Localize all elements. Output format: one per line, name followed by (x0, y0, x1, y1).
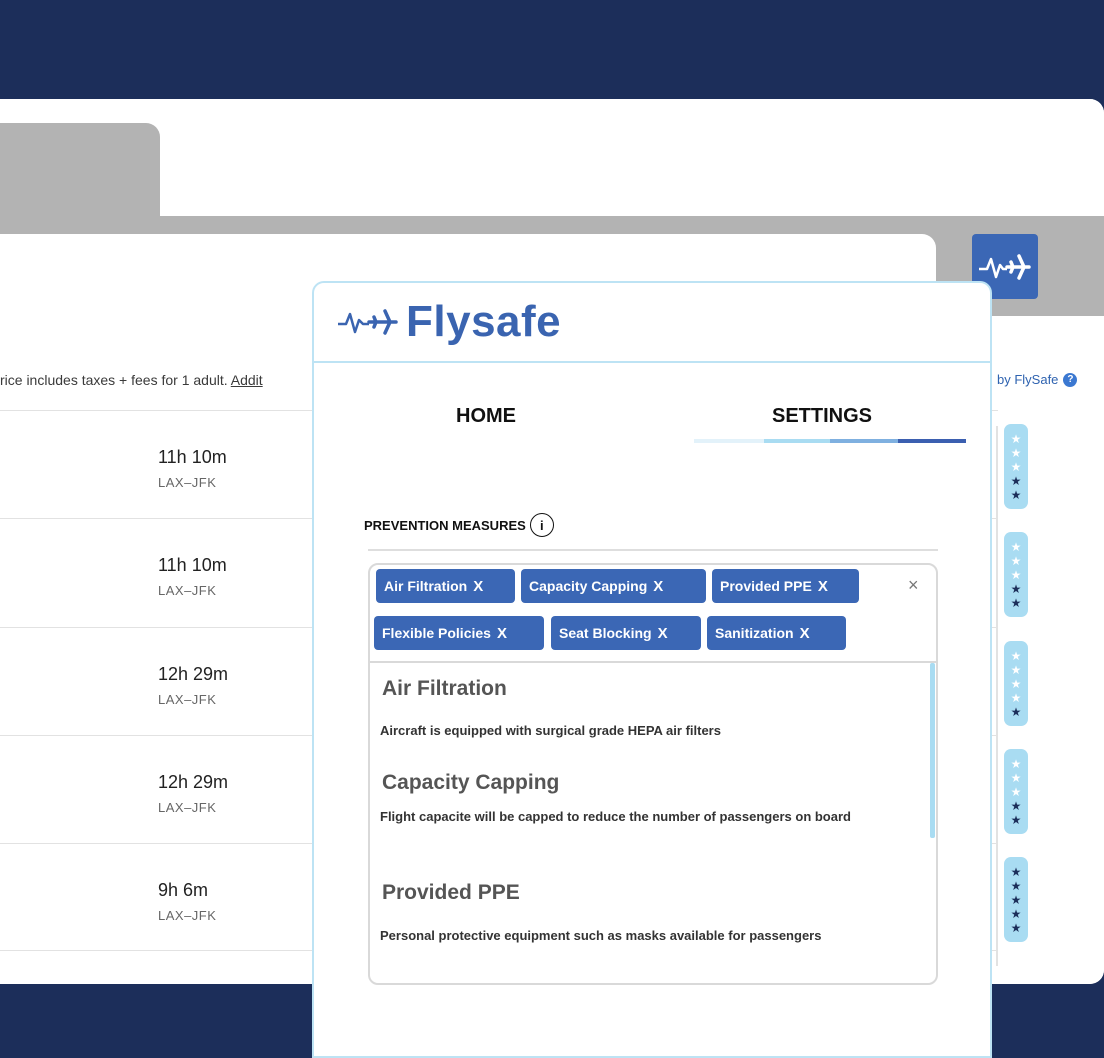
star-empty-icon: ★ (1010, 676, 1022, 691)
selected-chips: Air Filtration X Capacity Capping X Prov… (370, 565, 936, 663)
chip-provided-ppe[interactable]: Provided PPE X (712, 569, 859, 603)
results-border (996, 426, 998, 966)
options-scrollbar[interactable] (930, 663, 935, 838)
safety-rating: ★ ★ ★ ★ ★ (1004, 532, 1028, 617)
flight-duration: 11h 10m (158, 447, 227, 467)
star-filled-icon: ★ (1010, 864, 1022, 879)
measures-multiselect[interactable]: Air Filtration X Capacity Capping X Prov… (368, 563, 938, 985)
flight-route: LAX–JFK (158, 908, 217, 923)
powered-by-label: by FlySafe (997, 372, 1059, 387)
flysafe-logo: Flysafe (336, 297, 561, 347)
tab-home[interactable]: HOME (456, 405, 516, 428)
safety-rating: ★ ★ ★ ★ ★ (1004, 749, 1028, 834)
star-empty-icon: ★ (1010, 756, 1022, 771)
star-filled-icon: ★ (1010, 595, 1022, 610)
flight-duration: 12h 29m (158, 664, 229, 684)
chip-flexible-policies[interactable]: Flexible Policies X (374, 616, 544, 650)
prevention-measures-label: PREVENTION MEASURES i (364, 513, 554, 537)
price-note: rice includes taxes + fees for 1 adult. … (0, 372, 263, 388)
safety-rating: ★ ★ ★ ★ ★ (1004, 424, 1028, 509)
chip-label: Provided PPE (720, 578, 812, 594)
popup-header: Flysafe (314, 283, 990, 363)
help-icon[interactable]: ? (1063, 372, 1078, 387)
flight-route: LAX–JFK (158, 475, 217, 490)
star-empty-icon: ★ (1010, 539, 1022, 554)
star-empty-icon: ★ (1010, 459, 1022, 474)
option-description: Flight capacite will be capped to reduce… (380, 809, 851, 824)
safety-rating: ★ ★ ★ ★ ★ (1004, 641, 1028, 726)
clear-all-icon[interactable]: × (908, 575, 919, 596)
remove-chip-icon[interactable]: X (818, 578, 828, 595)
star-empty-icon: ★ (1010, 567, 1022, 582)
star-filled-icon: ★ (1010, 892, 1022, 907)
remove-chip-icon[interactable]: X (497, 625, 507, 642)
additional-fees-link[interactable]: Addit (231, 372, 263, 388)
chip-air-filtration[interactable]: Air Filtration X (376, 569, 515, 603)
remove-chip-icon[interactable]: X (658, 625, 668, 642)
flight-duration: 11h 10m (158, 555, 227, 575)
remove-chip-icon[interactable]: X (800, 625, 810, 642)
star-empty-icon: ★ (1010, 431, 1022, 446)
star-empty-icon: ★ (1010, 662, 1022, 677)
flysafe-popup: Flysafe HOME SETTINGS PREVENTION MEASURE… (312, 281, 992, 1058)
heartbeat-plane-icon (979, 253, 1031, 280)
heartbeat-plane-icon (338, 309, 398, 335)
chip-capacity-capping[interactable]: Capacity Capping X (521, 569, 706, 603)
divider (368, 549, 938, 551)
star-empty-icon: ★ (1010, 648, 1022, 663)
option-description: Aircraft is equipped with surgical grade… (380, 723, 721, 738)
star-empty-icon: ★ (1010, 445, 1022, 460)
tab-settings[interactable]: SETTINGS (772, 405, 872, 428)
active-tab-indicator (694, 439, 966, 443)
star-filled-icon: ★ (1010, 704, 1022, 719)
remove-chip-icon[interactable]: X (653, 578, 663, 595)
info-icon[interactable]: i (529, 513, 554, 537)
star-filled-icon: ★ (1010, 812, 1022, 827)
star-filled-icon: ★ (1010, 581, 1022, 596)
chip-label: Capacity Capping (529, 578, 648, 594)
safety-rating: ★ ★ ★ ★ ★ (1004, 857, 1028, 942)
chip-label: Seat Blocking (559, 625, 652, 641)
prevention-measures-text: PREVENTION MEASURES (364, 517, 526, 533)
chip-label: Flexible Policies (382, 625, 491, 641)
option-description: Personal protective equipment such as ma… (380, 928, 822, 943)
flight-route: LAX–JFK (158, 583, 217, 598)
flight-duration: 12h 29m (158, 772, 229, 792)
star-filled-icon: ★ (1010, 920, 1022, 935)
chip-sanitization[interactable]: Sanitization X (707, 616, 846, 650)
star-filled-icon: ★ (1010, 906, 1022, 921)
star-empty-icon: ★ (1010, 770, 1022, 785)
chip-label: Sanitization (715, 625, 794, 641)
options-list: Air Filtration Aircraft is equipped with… (370, 663, 936, 983)
star-filled-icon: ★ (1010, 473, 1022, 488)
star-filled-icon: ★ (1010, 878, 1022, 893)
option-title[interactable]: Air Filtration (382, 677, 507, 701)
star-empty-icon: ★ (1010, 690, 1022, 705)
chip-label: Air Filtration (384, 578, 468, 594)
price-note-text: rice includes taxes + fees for 1 adult. (0, 372, 228, 388)
remove-chip-icon[interactable]: X (473, 578, 483, 595)
chip-seat-blocking[interactable]: Seat Blocking X (551, 616, 701, 650)
star-empty-icon: ★ (1010, 784, 1022, 799)
star-filled-icon: ★ (1010, 487, 1022, 502)
option-title[interactable]: Capacity Capping (382, 771, 559, 795)
powered-by-flysafe: by FlySafe ? (997, 372, 1078, 387)
star-empty-icon: ★ (1010, 553, 1022, 568)
brand-name: Flysafe (406, 297, 562, 346)
option-title[interactable]: Provided PPE (382, 881, 520, 905)
star-filled-icon: ★ (1010, 798, 1022, 813)
flight-duration: 9h 6m (158, 880, 209, 900)
flight-route: LAX–JFK (158, 692, 217, 707)
popup-tabs: HOME SETTINGS (314, 395, 990, 445)
flight-route: LAX–JFK (158, 800, 217, 815)
